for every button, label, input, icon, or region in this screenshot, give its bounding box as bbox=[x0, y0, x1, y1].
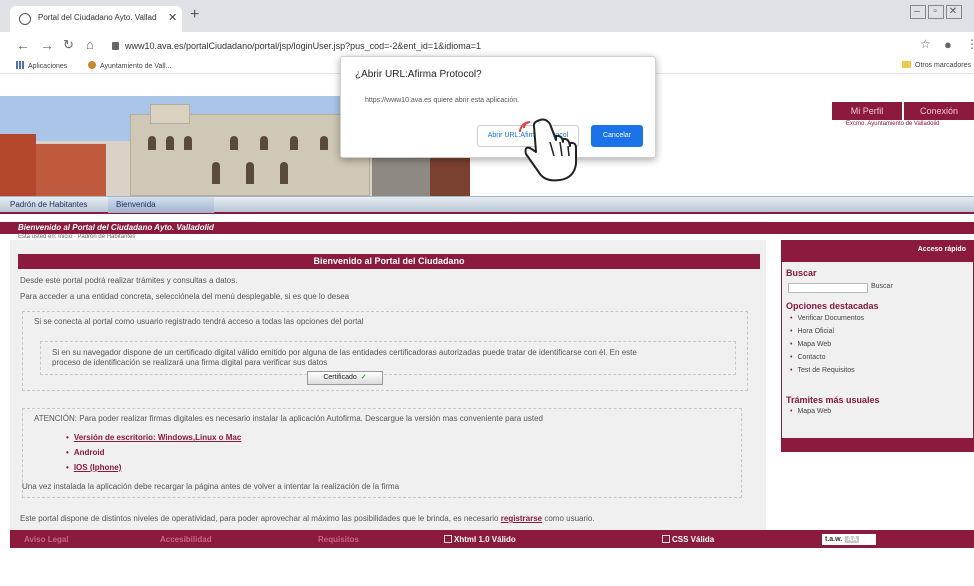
sidebar-link-contacto[interactable]: Contacto bbox=[790, 354, 825, 361]
sidebar-link-test[interactable]: Test de Requisitos bbox=[790, 367, 854, 374]
taw-badge-link[interactable]: t.a.w. AA bbox=[822, 534, 876, 545]
globe-icon bbox=[19, 13, 31, 25]
quick-access-header: Acceso rápido bbox=[781, 240, 974, 262]
tramites-title: Trámites más usuales bbox=[786, 395, 880, 405]
image-icon bbox=[444, 535, 452, 543]
lock-icon bbox=[112, 42, 119, 50]
maximize-icon[interactable]: ▫ bbox=[928, 5, 944, 19]
star-icon[interactable]: ☆ bbox=[920, 37, 931, 51]
bookmark-apps[interactable]: Aplicaciones bbox=[16, 61, 67, 70]
sidebar-link-tramite-mapa[interactable]: Mapa Web bbox=[790, 408, 831, 415]
home-icon[interactable]: ⌂ bbox=[86, 37, 94, 52]
download-android-link[interactable]: Android bbox=[66, 448, 105, 457]
aviso-legal-link[interactable]: Aviso Legal bbox=[24, 535, 69, 544]
conexion-button[interactable]: Conexión bbox=[904, 102, 974, 120]
accesibilidad-link[interactable]: Accesibilidad bbox=[160, 535, 212, 544]
dialog-message: https://www10.ava.es quiere abrir esta a… bbox=[365, 97, 520, 104]
url-field[interactable]: www10.ava.es/portalCiudadano/portal/jsp/… bbox=[112, 37, 932, 55]
sidebar-link-verificar[interactable]: Verificar Documentos bbox=[790, 315, 864, 322]
organization-label: Excmo. Ayuntamiento de Valladolid bbox=[846, 121, 940, 127]
new-tab-button[interactable]: + bbox=[190, 6, 199, 24]
hand-pointer-icon bbox=[519, 118, 577, 182]
cancel-button[interactable]: Cancelar bbox=[591, 125, 643, 147]
download-desktop-link[interactable]: Versión de escritorio: Windows,Linux o M… bbox=[66, 433, 242, 442]
window-controls: – ▫ ✕ bbox=[910, 5, 964, 19]
folder-icon bbox=[902, 61, 911, 68]
check-icon: ✓ bbox=[360, 374, 367, 381]
url-text: www10.ava.es/portalCiudadano/portal/jsp/… bbox=[125, 41, 481, 51]
welcome-text: Bienvenido al Portal del Ciudadano Ayto.… bbox=[18, 223, 214, 232]
registrarse-link[interactable]: registrarse bbox=[501, 514, 542, 523]
bookmark-other[interactable]: Otros marcadores bbox=[902, 61, 971, 69]
bookmark-ayuntamiento[interactable]: Ayuntamiento de Vall... bbox=[88, 61, 171, 70]
nav-item-padron[interactable]: Padrón de Habitantes bbox=[10, 200, 87, 209]
tab-title: Portal del Ciudadano Ayto. Valladoli bbox=[38, 13, 156, 22]
mi-perfil-button[interactable]: Mi Perfil bbox=[832, 102, 902, 120]
welcome-bar: Bienvenido al Portal del Ciudadano Ayto.… bbox=[0, 222, 974, 234]
intro-text: Desde este portal podrá realizar trámite… bbox=[20, 276, 238, 285]
registered-text: Si se conecta al portal como usuario reg… bbox=[34, 317, 364, 326]
css-badge-link[interactable]: CSS Válida bbox=[662, 535, 714, 544]
certificado-button[interactable]: Certificado ✓ bbox=[307, 371, 383, 385]
menu-icon[interactable]: ⋮ bbox=[966, 37, 974, 51]
download-ios-link[interactable]: IOS (Iphone) bbox=[66, 463, 122, 472]
atencion-text: ATENCIÓN: Para poder realizar firmas dig… bbox=[34, 414, 543, 423]
levels-text: Este portal dispone de distintos niveles… bbox=[20, 514, 595, 523]
browser-tab-bar: Portal del Ciudadano Ayto. Valladoli ✕ +… bbox=[0, 0, 974, 32]
apps-icon bbox=[16, 61, 24, 69]
back-icon[interactable]: ← bbox=[16, 37, 30, 53]
entity-text: Para acceder a una entidad concreta, sel… bbox=[20, 292, 350, 301]
opciones-title: Opciones destacadas bbox=[786, 301, 879, 311]
requisitos-link[interactable]: Requisitos bbox=[318, 535, 359, 544]
quick-access-footer bbox=[781, 438, 974, 452]
reload-icon[interactable]: ↻ bbox=[63, 37, 74, 53]
search-button[interactable]: Buscar bbox=[871, 283, 893, 290]
reload-note: Una vez instalada la aplicación debe rec… bbox=[22, 482, 400, 491]
nav-strip: Padrón de Habitantes Bienvenida bbox=[0, 196, 974, 214]
crest-icon bbox=[88, 61, 96, 69]
page-title: Bienvenido al Portal del Ciudadano bbox=[18, 254, 760, 269]
buscar-title: Buscar bbox=[786, 268, 817, 278]
image-icon bbox=[662, 535, 670, 543]
address-bar: ← → ↻ ⌂ www10.ava.es/portalCiudadano/por… bbox=[0, 32, 974, 58]
nav-item-bienvenida[interactable]: Bienvenida bbox=[116, 200, 156, 209]
close-window-icon[interactable]: ✕ bbox=[946, 5, 962, 19]
dialog-title: ¿Abrir URL:Afirma Protocol? bbox=[355, 69, 482, 80]
profile-icon[interactable]: ● bbox=[944, 37, 952, 52]
certificate-text-1: Si en su navegador dispone de un certifi… bbox=[52, 348, 637, 357]
sidebar-link-mapa[interactable]: Mapa Web bbox=[790, 341, 831, 348]
forward-icon[interactable]: → bbox=[40, 37, 54, 53]
minimize-icon[interactable]: – bbox=[910, 5, 926, 19]
open-protocol-dialog: ¿Abrir URL:Afirma Protocol? https://www1… bbox=[340, 56, 656, 158]
xhtml-badge-link[interactable]: Xhtml 1.0 Válido bbox=[444, 535, 516, 544]
search-input[interactable] bbox=[788, 283, 868, 293]
browser-tab[interactable]: Portal del Ciudadano Ayto. Valladoli ✕ bbox=[10, 6, 182, 32]
certificate-text-2: proceso de identificación se realizará u… bbox=[52, 358, 328, 367]
sidebar-link-hora[interactable]: Hora Oficial bbox=[790, 328, 834, 335]
tab-close-icon[interactable]: ✕ bbox=[168, 11, 177, 24]
